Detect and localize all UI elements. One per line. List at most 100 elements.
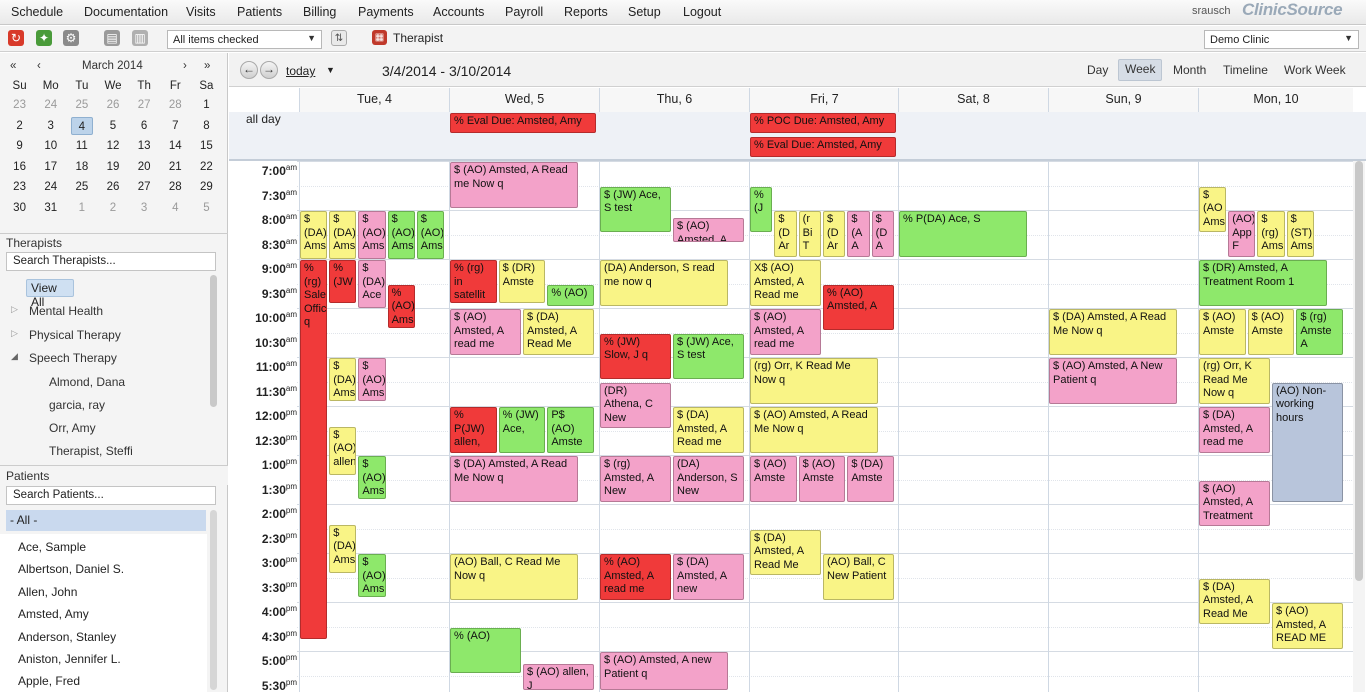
view-week-button[interactable]: Week <box>1118 59 1163 81</box>
appointment-event[interactable]: $ (AO) Ams <box>416 211 444 259</box>
appointment-event[interactable]: $ (rg) Amsted, A New <box>600 456 671 502</box>
appointment-event[interactable]: (DA) Anderson, S read me now q <box>600 260 729 306</box>
appointment-event[interactable]: X$ (AO) Amsted, A Read me <box>750 260 821 306</box>
clinic-select[interactable]: Demo Clinic ▼ <box>1204 30 1359 49</box>
mini-calendar-day[interactable]: 30 <box>4 198 35 219</box>
appointment-event[interactable]: (AO) App F <box>1228 211 1256 257</box>
mini-calendar-day[interactable]: 1 <box>191 95 222 116</box>
view-month-button[interactable]: Month <box>1173 63 1206 77</box>
appointment-event[interactable]: $ (AO) Ams <box>387 211 415 259</box>
appointment-event[interactable]: $ (A A <box>847 211 870 257</box>
appointment-event[interactable]: $ (AO) Amsted, A Read Me Now q <box>750 407 879 453</box>
mini-calendar-day[interactable]: 17 <box>35 157 66 178</box>
patient-all-option[interactable]: - All - <box>6 510 206 531</box>
appointment-event[interactable]: $ (DA) Amsted, A Read Me <box>750 529 821 576</box>
tree-group-physical-therapy[interactable]: Physical Therapy <box>29 328 121 342</box>
mini-calendar-day[interactable]: 24 <box>35 95 66 116</box>
mini-calendar-day[interactable]: 5 <box>97 116 128 137</box>
appointment-event[interactable]: $ (DA) Amsted, A Read Me <box>1199 578 1270 625</box>
mini-calendar-day[interactable]: 2 <box>4 116 35 137</box>
patient-item[interactable]: Aniston, Jennifer L. <box>18 652 121 666</box>
mini-calendar-day[interactable]: 3 <box>129 198 160 219</box>
refresh-icon[interactable]: ↻ <box>8 30 24 46</box>
view-work-week-button[interactable]: Work Week <box>1284 63 1346 77</box>
menu-payments[interactable]: Payments <box>358 5 414 19</box>
patient-item[interactable]: Allen, John <box>18 585 77 599</box>
appointment-event[interactable]: $ (JW) Ace, S test <box>600 186 671 233</box>
appointment-event[interactable]: $ (D Ar <box>774 211 797 257</box>
print-icon[interactable]: ▤ <box>104 30 120 46</box>
appointment-event[interactable]: $ (AO) Amste <box>1247 309 1295 355</box>
view-day-button[interactable]: Day <box>1087 63 1108 77</box>
appointment-event[interactable]: % (rg) Sale Offic q <box>300 260 328 639</box>
patient-item[interactable]: Albertson, Daniel S. <box>18 562 124 576</box>
appointment-event[interactable]: $ (AO Ams <box>1199 186 1227 233</box>
all-day-event[interactable]: % Eval Due: Amsted, Amy <box>450 113 596 133</box>
therapist-item[interactable]: garcia, ray <box>49 398 105 412</box>
appointment-event[interactable]: $ (DA) Amste <box>847 456 894 502</box>
appointment-event[interactable]: $ (DA) Ams <box>329 211 357 259</box>
day-header[interactable]: Tue, 4 <box>299 88 449 112</box>
menu-payroll[interactable]: Payroll <box>505 5 543 19</box>
mini-calendar-day[interactable]: 29 <box>191 177 222 198</box>
appointment-event[interactable]: $ (AO) allen, J <box>523 664 594 691</box>
appointment-event[interactable]: $ (DA) Ams <box>329 524 357 573</box>
tree-group-mental-health[interactable]: Mental Health <box>29 304 103 318</box>
mini-calendar-day[interactable]: 5 <box>191 198 222 219</box>
mini-calendar-day[interactable]: 1 <box>66 198 97 219</box>
appointment-event[interactable]: $ (AO) Amste <box>798 456 846 502</box>
mini-calendar-day[interactable]: 13 <box>129 136 160 157</box>
menu-billing[interactable]: Billing <box>303 5 336 19</box>
therapist-item[interactable]: Orr, Amy <box>49 421 96 435</box>
appointment-event[interactable]: $ (DR) Amste <box>498 260 546 304</box>
day-header[interactable]: Thu, 6 <box>599 88 749 112</box>
appointment-event[interactable]: $ (D A <box>871 211 894 257</box>
appointment-event[interactable]: $ (DR) Amsted, A Treatment Room 1 <box>1199 260 1328 306</box>
mini-calendar-day[interactable]: 12 <box>97 136 128 157</box>
mini-calendar-day[interactable]: 25 <box>66 177 97 198</box>
prev-week-button[interactable]: ← <box>240 61 258 79</box>
appointment-event[interactable]: % (JW <box>329 260 357 304</box>
mini-calendar-day[interactable]: 22 <box>191 157 222 178</box>
appointment-event[interactable]: % (AO) Amsted, A read me <box>600 554 671 600</box>
patients-scrollbar[interactable] <box>210 510 217 690</box>
menu-accounts[interactable]: Accounts <box>433 5 484 19</box>
therapist-item[interactable]: Almond, Dana <box>49 375 125 389</box>
appointment-event[interactable]: % P(DA) Ace, S <box>899 211 1028 257</box>
expand-icon[interactable]: ▷ <box>11 328 18 339</box>
mini-calendar-day[interactable]: 26 <box>97 95 128 116</box>
prev-month-button[interactable]: ‹ <box>37 60 41 72</box>
appointment-event[interactable]: (rg) Orr, K Read Me Now q <box>1199 358 1270 404</box>
mini-calendar-day[interactable]: 2 <box>97 198 128 219</box>
page-icon[interactable]: ▥ <box>132 30 148 46</box>
all-day-event[interactable]: % Eval Due: Amsted, Amy <box>750 137 896 157</box>
menu-schedule[interactable]: Schedule <box>11 5 63 19</box>
mini-calendar-day[interactable]: 20 <box>129 157 160 178</box>
appointment-event[interactable]: $ (rg) Ams <box>1257 211 1285 257</box>
appointment-event[interactable]: $ (AO) Ams <box>358 211 386 259</box>
appointment-event[interactable]: % (AO) Amsted, A <box>823 284 894 331</box>
appointment-event[interactable]: $ (AO) Amste <box>750 456 797 502</box>
appointment-event[interactable]: $ (AO) Amsted, A read me <box>450 309 521 355</box>
appointment-event[interactable]: % (AO) <box>547 284 594 306</box>
search-therapists-input[interactable]: Search Therapists... <box>6 252 216 271</box>
day-header[interactable]: Wed, 5 <box>449 88 599 112</box>
therapist-item[interactable]: Therapist, Steffi <box>49 444 133 458</box>
mini-calendar-day[interactable]: 19 <box>97 157 128 178</box>
day-header[interactable]: Mon, 10 <box>1198 88 1353 112</box>
calendar-scrollbar[interactable] <box>1353 161 1365 692</box>
leaf-icon[interactable]: ✦ <box>36 30 52 46</box>
collapse-icon[interactable]: ◢ <box>11 351 18 362</box>
therapists-scrollbar[interactable] <box>210 275 217 407</box>
mini-calendar-day[interactable]: 27 <box>129 177 160 198</box>
mini-calendar-day[interactable]: 14 <box>160 136 191 157</box>
appointment-event[interactable]: $ (DA) Ams <box>329 358 357 402</box>
appointment-event[interactable]: $ (JW) Ace, S test <box>673 333 744 380</box>
mini-calendar-day[interactable]: 26 <box>97 177 128 198</box>
appointment-event[interactable]: (AO) Ball, C Read Me Now q <box>450 554 579 600</box>
gear-icon[interactable]: ⚙ <box>63 30 79 46</box>
appointment-event[interactable]: $ (AO) allen <box>329 426 357 475</box>
mini-calendar-day[interactable]: 23 <box>4 177 35 198</box>
appointment-event[interactable]: P$ (AO) Amste <box>547 407 594 453</box>
menu-documentation[interactable]: Documentation <box>84 5 168 19</box>
